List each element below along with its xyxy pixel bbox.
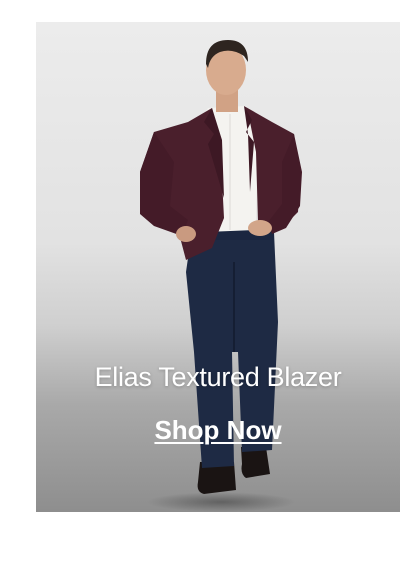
product-title: Elias Textured Blazer <box>94 362 342 392</box>
banner-text-overlay: Elias Textured Blazer Shop Now <box>36 22 400 512</box>
shop-now-label[interactable]: Shop Now <box>154 415 281 445</box>
shop-now-link[interactable]: Shop Now <box>36 415 400 446</box>
promo-banner[interactable]: Elias Textured Blazer Shop Now <box>36 22 400 512</box>
